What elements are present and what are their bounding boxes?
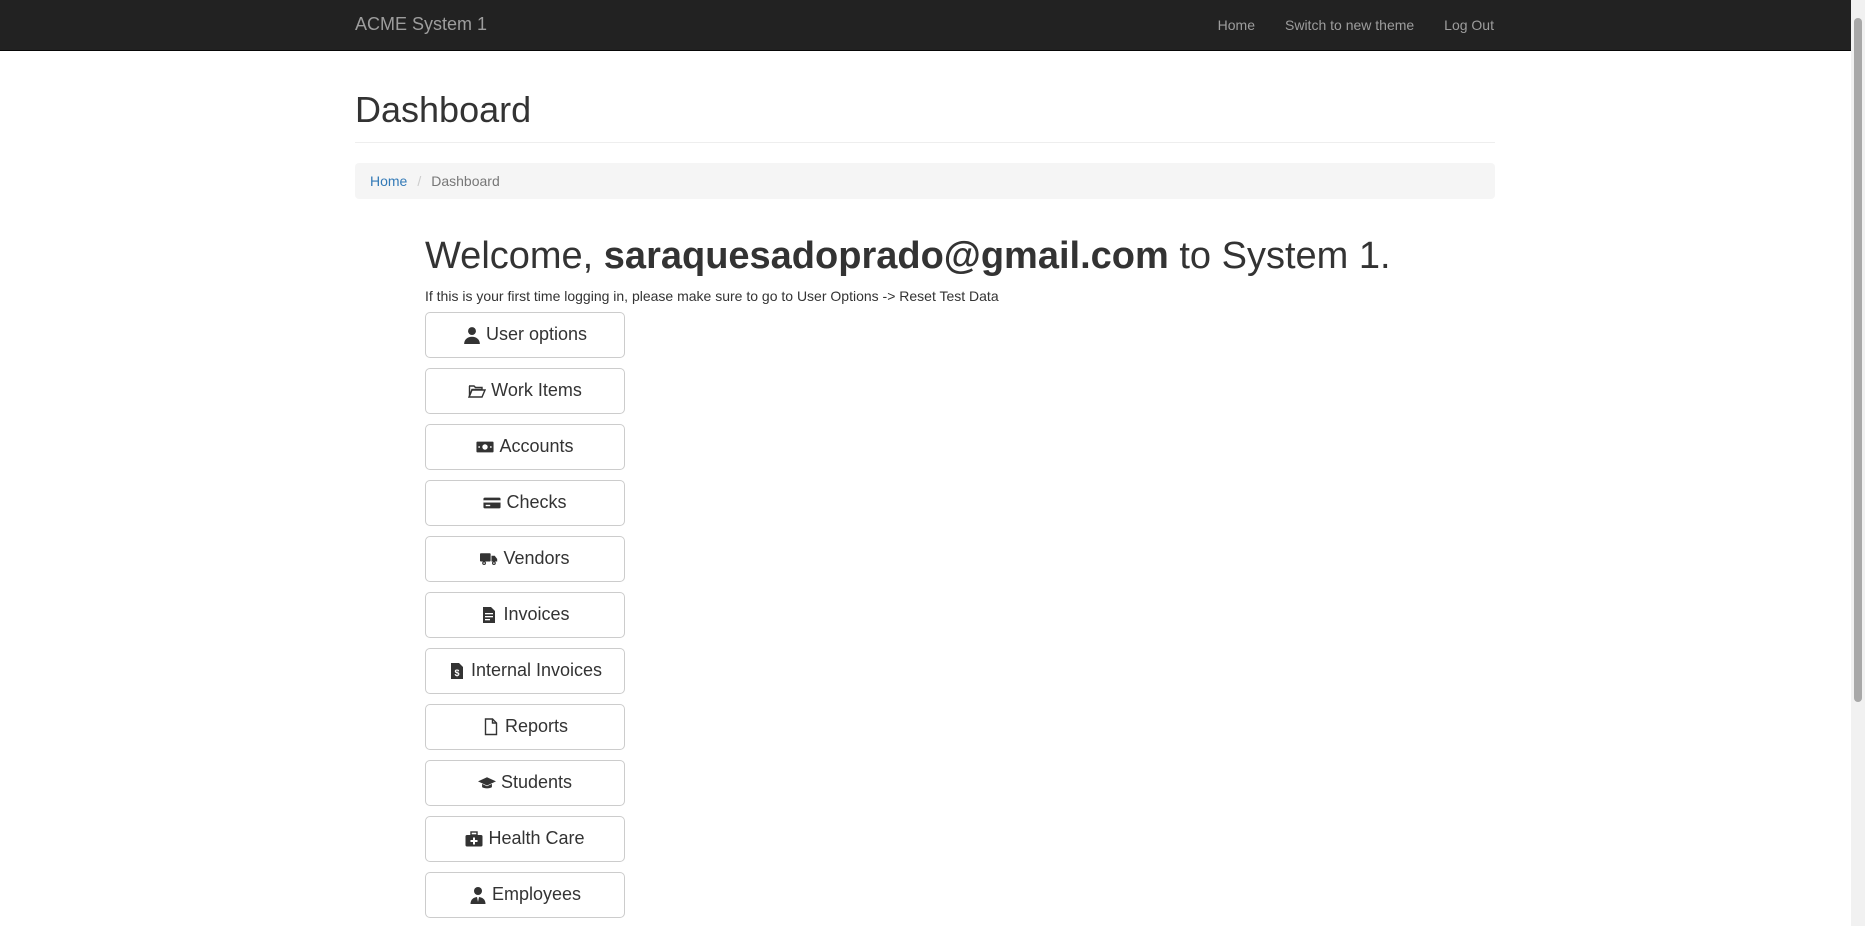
invoices-button[interactable]: Invoices — [425, 591, 625, 638]
scrollbar-thumb[interactable] — [1854, 18, 1862, 702]
vendors-button[interactable]: Vendors — [425, 535, 625, 582]
welcome-email: saraquesadoprado@gmail.com — [603, 235, 1169, 277]
dashboard-content: Welcome, saraquesadoprado@gmail.com to S… — [425, 234, 1425, 928]
top-navbar: ACME System 1 Home Switch to new theme L… — [0, 0, 1851, 51]
page-title: Dashboard — [355, 89, 532, 130]
employees-button[interactable]: Employees — [425, 871, 625, 918]
page-scrollbar[interactable] — [1851, 0, 1865, 926]
file-invoice-dollar-icon: $ — [448, 662, 466, 680]
internal-invoices-button[interactable]: $ Internal Invoices — [425, 647, 625, 694]
graduation-cap-icon — [477, 774, 496, 792]
button-label: Invoices — [503, 604, 570, 625]
first-login-notice: If this is your first time logging in, p… — [425, 287, 999, 304]
button-label: Checks — [506, 492, 567, 513]
button-label: Employees — [491, 884, 582, 905]
button-label: Vendors — [503, 548, 570, 569]
button-label: Accounts — [499, 436, 574, 457]
health-care-button[interactable]: Health Care — [425, 815, 625, 862]
button-label: Reports — [504, 716, 569, 737]
money-icon — [476, 438, 495, 456]
folder-open-icon — [468, 382, 487, 400]
reports-button[interactable]: Reports — [425, 703, 625, 750]
button-label: Health Care — [488, 828, 585, 849]
truck-icon — [480, 550, 498, 568]
nav-logout-link[interactable]: Log Out — [1444, 17, 1494, 33]
breadcrumb-separator: / — [417, 173, 422, 189]
accounts-button[interactable]: Accounts — [425, 423, 625, 470]
user-tie-icon — [469, 886, 487, 904]
work-items-button[interactable]: Work Items — [425, 367, 625, 414]
button-label: Students — [500, 772, 573, 793]
nav-home-link[interactable]: Home — [1218, 17, 1255, 33]
welcome-prefix: Welcome, — [425, 235, 604, 277]
breadcrumb: Home / Dashboard — [355, 163, 1495, 199]
button-label: User options — [485, 324, 588, 345]
dashboard-menu: User options Work Items Accounts Checks — [425, 311, 1425, 918]
nav-links: Home Switch to new theme Log Out — [1188, 17, 1494, 33]
students-button[interactable]: Students — [425, 759, 625, 806]
breadcrumb-home-link[interactable]: Home — [370, 173, 407, 189]
brand-logo-text[interactable]: ACME System 1 — [355, 14, 487, 35]
page-header: Dashboard — [355, 89, 1495, 143]
svg-text:$: $ — [454, 668, 459, 678]
file-invoice-icon — [480, 606, 498, 624]
welcome-heading: Welcome, saraquesadoprado@gmail.com to S… — [425, 234, 1425, 280]
welcome-suffix: to System 1. — [1168, 235, 1391, 277]
button-label: Internal Invoices — [470, 660, 603, 681]
checks-button[interactable]: Checks — [425, 479, 625, 526]
user-icon — [463, 326, 481, 344]
file-icon — [482, 717, 500, 736]
main-container: Dashboard Home / Dashboard Welcome, sara… — [355, 51, 1495, 918]
breadcrumb-current: Dashboard — [431, 173, 500, 189]
user-options-button[interactable]: User options — [425, 311, 625, 358]
button-label: Work Items — [491, 380, 582, 401]
nav-switch-theme-link[interactable]: Switch to new theme — [1285, 17, 1414, 33]
medkit-icon — [465, 830, 483, 848]
credit-card-icon — [483, 494, 502, 512]
